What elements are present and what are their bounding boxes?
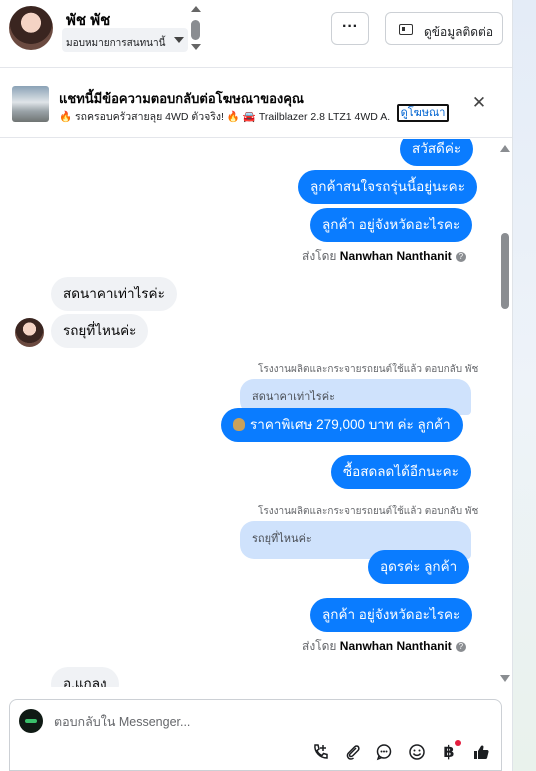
outgoing-message-text: ราคาพิเศษ 279,000 บาท ค่ะ ลูกค้า — [250, 417, 451, 432]
sender-name: Nanwhan Nanthanit — [339, 639, 452, 653]
assign-conversation-dropdown[interactable]: มอบหมายการสนทนานี้ — [62, 28, 188, 52]
thumbs-up-icon[interactable] — [471, 743, 491, 763]
sent-by-prefix: ส่งโดย — [302, 639, 337, 653]
view-contact-info-button[interactable]: ดูข้อมูลติดต่อ — [385, 12, 503, 45]
phone-plus-icon[interactable] — [310, 743, 330, 763]
chat-bubble-icon[interactable] — [374, 743, 394, 763]
messenger-conversation-panel: พัช พัช มอบหมายการสนทนานี้ ··· ดูข้อมูลต… — [0, 0, 512, 771]
ad-reply-banner: แชทนี้มีข้อความตอบกลับต่อโฆษณาของคุณ 🔥 ร… — [0, 70, 512, 138]
thread-scrollbar[interactable] — [498, 139, 512, 687]
sent-by-label: ส่งโดย Nanwhan Nanthanit? — [302, 637, 466, 656]
baht-icon[interactable]: ฿ — [439, 743, 459, 763]
reply-context-label: โรงงานผลิตและกระจายรถยนต์ใช้แล้ว ตอบกลับ… — [258, 364, 479, 375]
money-bag-icon — [233, 417, 245, 431]
info-icon[interactable]: ? — [455, 641, 466, 652]
outgoing-message[interactable]: ราคาพิเศษ 279,000 บาท ค่ะ ลูกค้า — [221, 408, 463, 442]
assign-conversation-label: มอบหมายการสนทนานี้ — [66, 38, 166, 49]
scroll-up-arrow-icon[interactable] — [500, 145, 510, 152]
ad-banner-title: แชทนี้มีข้อความตอบกลับต่อโฆษณาของคุณ — [59, 91, 304, 106]
info-icon[interactable]: ? — [455, 251, 466, 262]
incoming-message[interactable]: อ.แกลง — [51, 667, 119, 687]
outgoing-message[interactable]: สวัสดีค่ะ — [400, 139, 474, 166]
incoming-message[interactable]: สดนาคาเท่าไรค่ะ — [51, 277, 177, 311]
more-options-button[interactable]: ··· — [331, 12, 369, 45]
view-ad-link[interactable]: ดูโฆษณา — [397, 104, 449, 122]
side-panel-edge — [512, 0, 536, 771]
ad-banner-subtitle: 🔥 รถครอบครัวสายลุย 4WD ตัวจริง! 🔥 🚘 Trai… — [59, 111, 391, 123]
sender-avatar — [15, 318, 44, 347]
notification-dot — [455, 740, 461, 746]
scroll-thumb[interactable] — [501, 233, 509, 309]
scroll-thumb[interactable] — [191, 20, 200, 40]
emoji-icon[interactable] — [407, 743, 427, 763]
conversation-header: พัช พัช มอบหมายการสนทนานี้ ··· ดูข้อมูลต… — [0, 0, 512, 68]
close-icon[interactable]: ✕ — [470, 94, 488, 112]
caret-down-icon — [174, 37, 184, 43]
outgoing-message[interactable]: ลูกค้าสนใจรถรุ่นนี้อยู่นะคะ — [298, 170, 477, 204]
scroll-down-arrow-icon[interactable] — [191, 44, 201, 50]
incoming-message[interactable]: รถยุที่ไหนค่ะ — [51, 314, 149, 348]
sent-by-label: ส่งโดย Nanwhan Nanthanit? — [302, 247, 466, 266]
paperclip-icon[interactable] — [343, 743, 363, 763]
scroll-down-arrow-icon[interactable] — [500, 675, 510, 682]
contact-card-icon — [399, 24, 413, 35]
view-contact-info-label: ดูข้อมูลติดต่อ — [424, 25, 494, 39]
sent-by-prefix: ส่งโดย — [302, 249, 337, 263]
outgoing-message[interactable]: ลูกค้า อยู่จังหวัดอะไรคะ — [310, 598, 473, 632]
page-avatar — [19, 709, 43, 733]
message-thread[interactable]: สวัสดีค่ะ ลูกค้าสนใจรถรุ่นนี้อยู่นะคะ ลู… — [0, 139, 512, 687]
contact-avatar[interactable] — [9, 6, 53, 50]
reply-context-label: โรงงานผลิตและกระจายรถยนต์ใช้แล้ว ตอบกลับ… — [258, 506, 479, 517]
sender-name: Nanwhan Nanthanit — [339, 249, 452, 263]
message-composer: ฿ — [9, 699, 502, 771]
outgoing-message[interactable]: ซื้อสดลดได้อีกนะคะ — [331, 455, 471, 489]
scroll-up-arrow-icon[interactable] — [191, 6, 201, 12]
outgoing-message[interactable]: ลูกค้า อยู่จังหวัดอะไรคะ — [310, 208, 473, 242]
header-mini-scrollbar[interactable] — [190, 6, 202, 52]
outgoing-message[interactable]: อุดรค่ะ ลูกค้า — [368, 550, 470, 584]
reply-input[interactable] — [54, 713, 474, 731]
ad-thumbnail[interactable] — [12, 86, 49, 122]
